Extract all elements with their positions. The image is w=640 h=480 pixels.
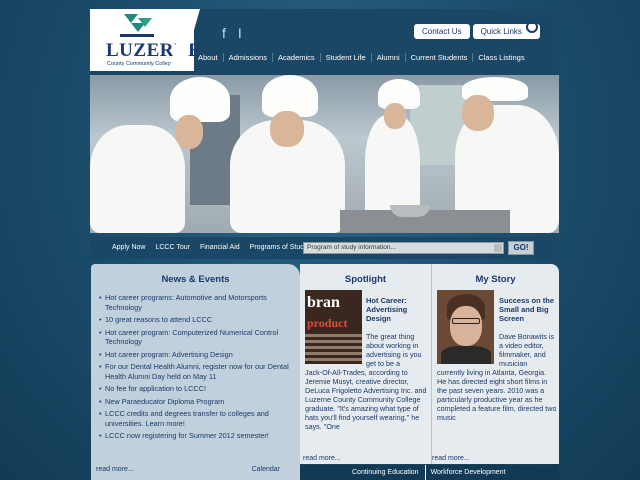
news-item[interactable]: Hot career program: Computerized Numeric… <box>99 328 294 347</box>
news-panel: News & Events Hot career programs: Autom… <box>91 264 300 480</box>
program-select[interactable]: Program of study information... <box>303 242 504 254</box>
news-item[interactable]: For our Dental Health Alumni, register n… <box>99 362 294 381</box>
spotlight-body-continued: Jack-Of-All-Trades, according to Jeremie… <box>305 368 427 431</box>
spotlight-headline[interactable]: Hot Career: Advertising Design <box>366 296 428 323</box>
news-item[interactable]: New Paraeducator Diploma Program <box>99 397 294 407</box>
news-read-more-link[interactable]: read more... <box>96 466 134 473</box>
story-headline[interactable]: Success on the Small and Big Screen <box>499 296 557 323</box>
news-title: News & Events <box>161 274 230 285</box>
calendar-link[interactable]: Calendar <box>252 466 280 473</box>
social-links: f I <box>222 25 242 41</box>
news-footer: read more... Calendar <box>96 466 280 473</box>
news-item[interactable]: Hot career programs: Automotive and Moto… <box>99 293 294 312</box>
story-body-continued: currently living in Atlanta, Georgia. He… <box>437 368 557 422</box>
header: LUZERNE County Community College f I Con… <box>90 9 559 75</box>
news-item[interactable]: No fee for application to LCCC! <box>99 384 294 394</box>
news-item[interactable]: Hot career program: Advertising Design <box>99 350 294 360</box>
portrait-face <box>450 306 482 346</box>
logo-mark-icon <box>120 14 154 37</box>
chef-face <box>175 115 203 149</box>
my-story-panel: My Story Success on the Small and Big Sc… <box>431 264 559 464</box>
info-icon[interactable]: I <box>238 25 242 41</box>
spotlight-panel: Spotlight bran product Hot Career: Adver… <box>300 264 431 464</box>
contact-us-link[interactable]: Contact Us <box>414 24 470 39</box>
nav-admissions[interactable]: Admissions <box>224 53 273 62</box>
image-word: product <box>307 316 348 330</box>
image-word: bran <box>307 294 340 311</box>
financial-aid-link[interactable]: Financial Aid <box>200 244 240 251</box>
quick-bar-links: Apply Now LCCC Tour Financial Aid Progra… <box>112 244 310 251</box>
bottom-nav: Continuing Education Workforce Developme… <box>300 465 559 480</box>
news-item[interactable]: LCCC credits and degrees transfer to col… <box>99 409 294 428</box>
chef-hat <box>170 77 230 122</box>
chef-face <box>462 95 494 131</box>
portrait-shirt <box>441 346 491 364</box>
chef-face <box>270 111 304 147</box>
nav-about[interactable]: About <box>193 53 224 62</box>
main-nav: About Admissions Academics Student Life … <box>193 53 530 62</box>
quick-bar: Apply Now LCCC Tour Financial Aid Progra… <box>90 237 559 259</box>
spotlight-image: bran product <box>305 290 362 364</box>
story-read-more-link[interactable]: read more... <box>432 455 470 462</box>
nav-student-life[interactable]: Student Life <box>321 53 372 62</box>
dropdown-arrow-icon <box>494 244 502 252</box>
image-texture <box>305 334 362 364</box>
nav-current-students[interactable]: Current Students <box>406 53 474 62</box>
nav-alumni[interactable]: Alumni <box>372 53 406 62</box>
chef-figure <box>90 125 185 233</box>
story-body: Dave Bonawits is a video editor, filmmak… <box>499 332 555 368</box>
spotlight-body: The great thing about working in adverti… <box>366 332 422 368</box>
hero-image <box>90 75 559 233</box>
programs-of-study-label: Programs of Study: <box>249 244 310 251</box>
nav-class-listings[interactable]: Class Listings <box>473 53 529 62</box>
search-icon <box>525 21 538 33</box>
logo-subtitle: County Community College <box>107 61 174 67</box>
quick-links-label: Quick Links <box>480 27 522 36</box>
news-item[interactable]: LCCC now registering for Summer 2012 sem… <box>99 431 294 441</box>
page: LUZERNE County Community College f I Con… <box>90 9 559 480</box>
nav-academics[interactable]: Academics <box>273 53 321 62</box>
spotlight-title: Spotlight <box>344 274 387 285</box>
go-button[interactable]: GO! <box>508 241 534 255</box>
program-select-value: Program of study information... <box>307 244 396 251</box>
story-portrait <box>437 290 494 364</box>
news-list: Hot career programs: Automotive and Moto… <box>99 293 294 441</box>
spotlight-read-more-link[interactable]: read more... <box>303 455 341 462</box>
workforce-development-link[interactable]: Workforce Development <box>424 465 506 480</box>
top-links: Contact Us Quick Links <box>414 21 540 39</box>
continuing-education-link[interactable]: Continuing Education <box>352 465 419 480</box>
glasses-icon <box>452 318 480 324</box>
my-story-title: My Story <box>475 274 516 285</box>
quick-links-button[interactable]: Quick Links <box>472 21 540 39</box>
facebook-icon[interactable]: f <box>222 25 226 41</box>
apply-now-link[interactable]: Apply Now <box>112 244 145 251</box>
lccc-tour-link[interactable]: LCCC Tour <box>155 244 190 251</box>
mixing-bowl <box>390 205 430 217</box>
news-item[interactable]: 10 great reasons to attend LCCC <box>99 315 294 325</box>
chef-face <box>384 103 406 129</box>
